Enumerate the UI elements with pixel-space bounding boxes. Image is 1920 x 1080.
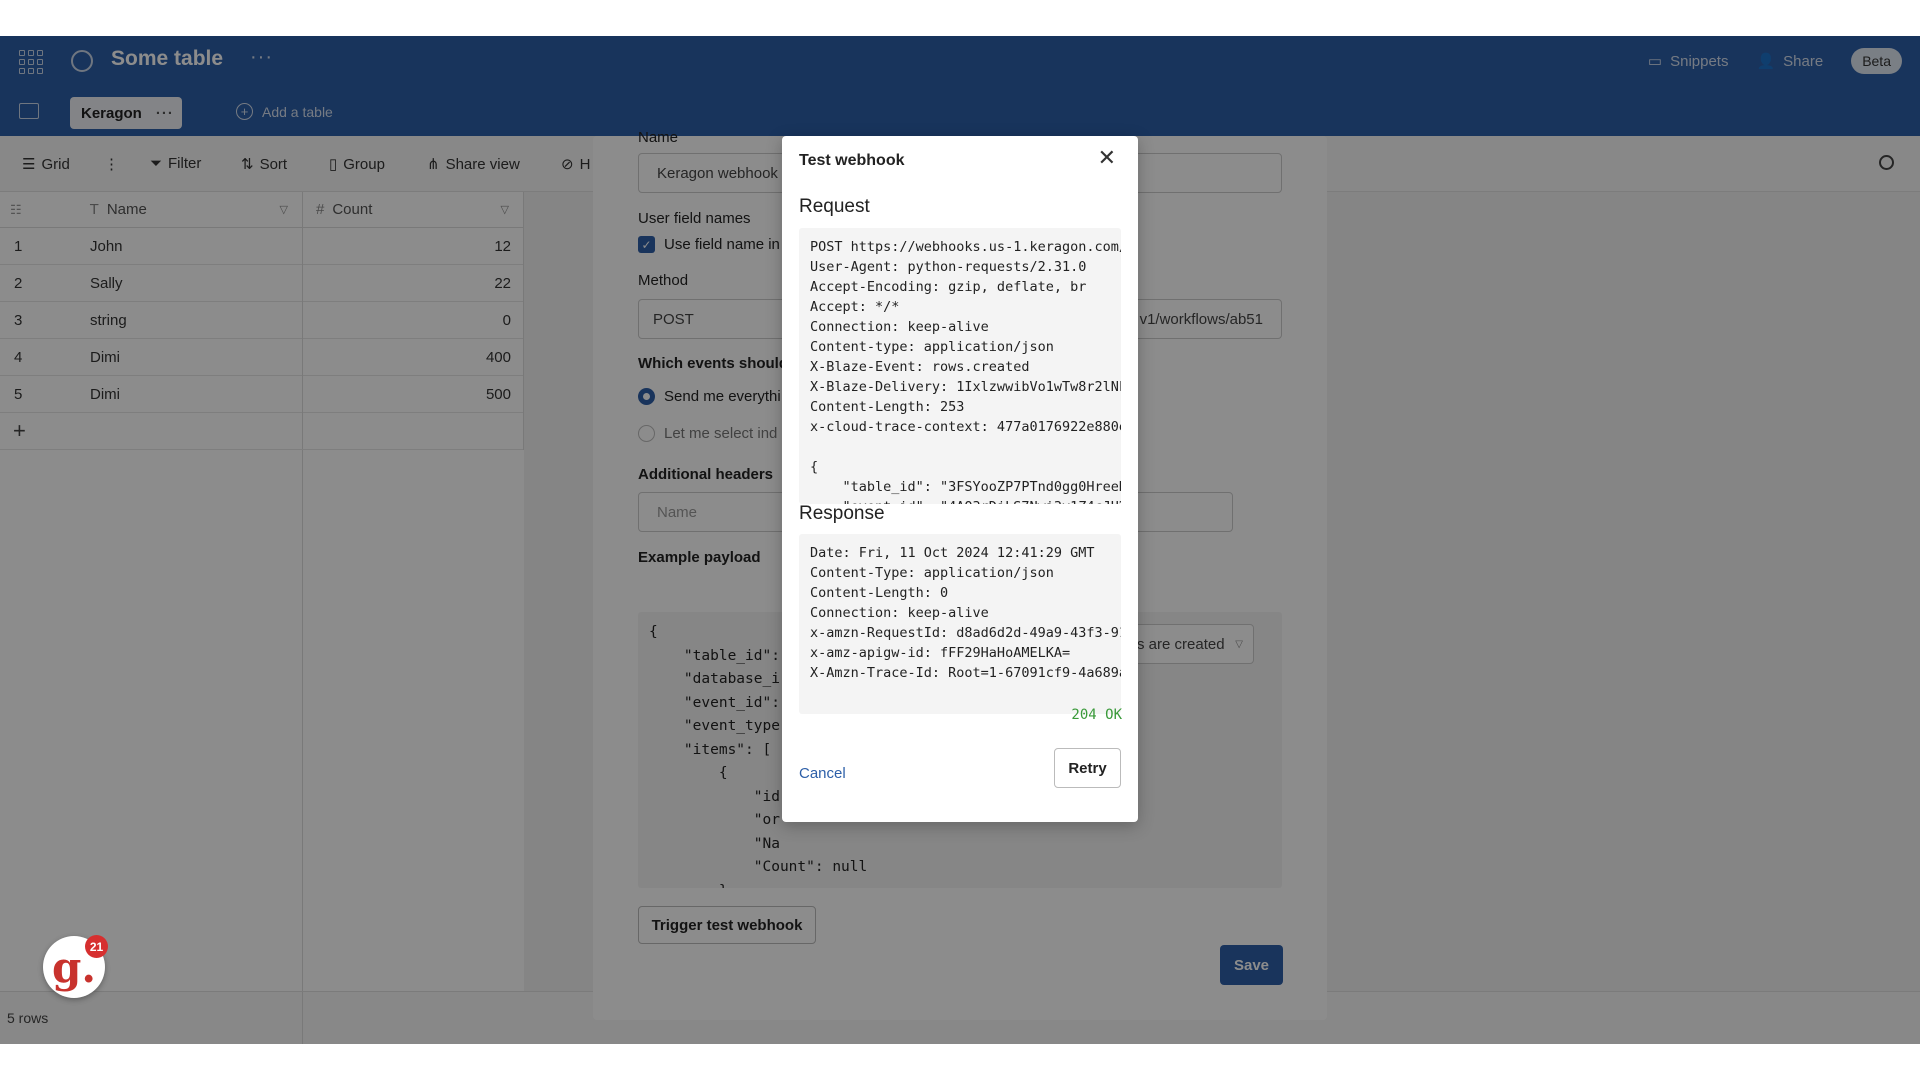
method-select[interactable]: POST — [638, 299, 788, 339]
response-title: Response — [799, 503, 885, 524]
select-events-radio[interactable] — [638, 425, 655, 442]
test-webhook-modal: Test webhook ✕ Request POST https://webh… — [782, 136, 1138, 822]
select-events-label: Let me select ind — [664, 425, 778, 442]
use-field-names-label: Use field name in — [664, 236, 780, 253]
method-label: Method — [638, 272, 689, 289]
notification-badge: 21 — [85, 935, 108, 958]
response-body: Date: Fri, 11 Oct 2024 12:41:29 GMT Cont… — [799, 534, 1121, 714]
request-body: POST https://webhooks.us-1.keragon.com/ … — [799, 228, 1121, 504]
header-name-input[interactable]: Name — [638, 492, 788, 532]
event-type-select[interactable]: s are created ▽ — [1128, 624, 1254, 664]
save-button[interactable]: Save — [1220, 945, 1283, 985]
event-select-label: s are created — [1137, 635, 1225, 653]
modal-title: Test webhook — [799, 152, 905, 169]
example-payload-label: Example payload — [638, 549, 761, 566]
status-badge: 204 OK — [1071, 707, 1122, 723]
events-label: Which events should — [638, 355, 789, 372]
close-icon[interactable]: ✕ — [1098, 147, 1116, 169]
chevron-down-icon: ▽ — [1235, 638, 1243, 650]
send-everything-label: Send me everythi — [664, 388, 781, 405]
use-field-names-checkbox[interactable]: ✓ — [638, 236, 655, 253]
user-field-names-label: User field names — [638, 210, 751, 227]
cancel-button[interactable]: Cancel — [799, 765, 846, 782]
name-label: Name — [638, 129, 679, 146]
request-title: Request — [799, 196, 870, 217]
trigger-test-webhook-button[interactable]: Trigger test webhook — [638, 906, 816, 944]
additional-headers-label: Additional headers — [638, 466, 774, 483]
send-everything-radio[interactable] — [638, 388, 655, 405]
app-window: Some table ··· ▭ Snippets 👤 Share Beta K… — [0, 36, 1920, 1044]
retry-button[interactable]: Retry — [1054, 748, 1121, 788]
